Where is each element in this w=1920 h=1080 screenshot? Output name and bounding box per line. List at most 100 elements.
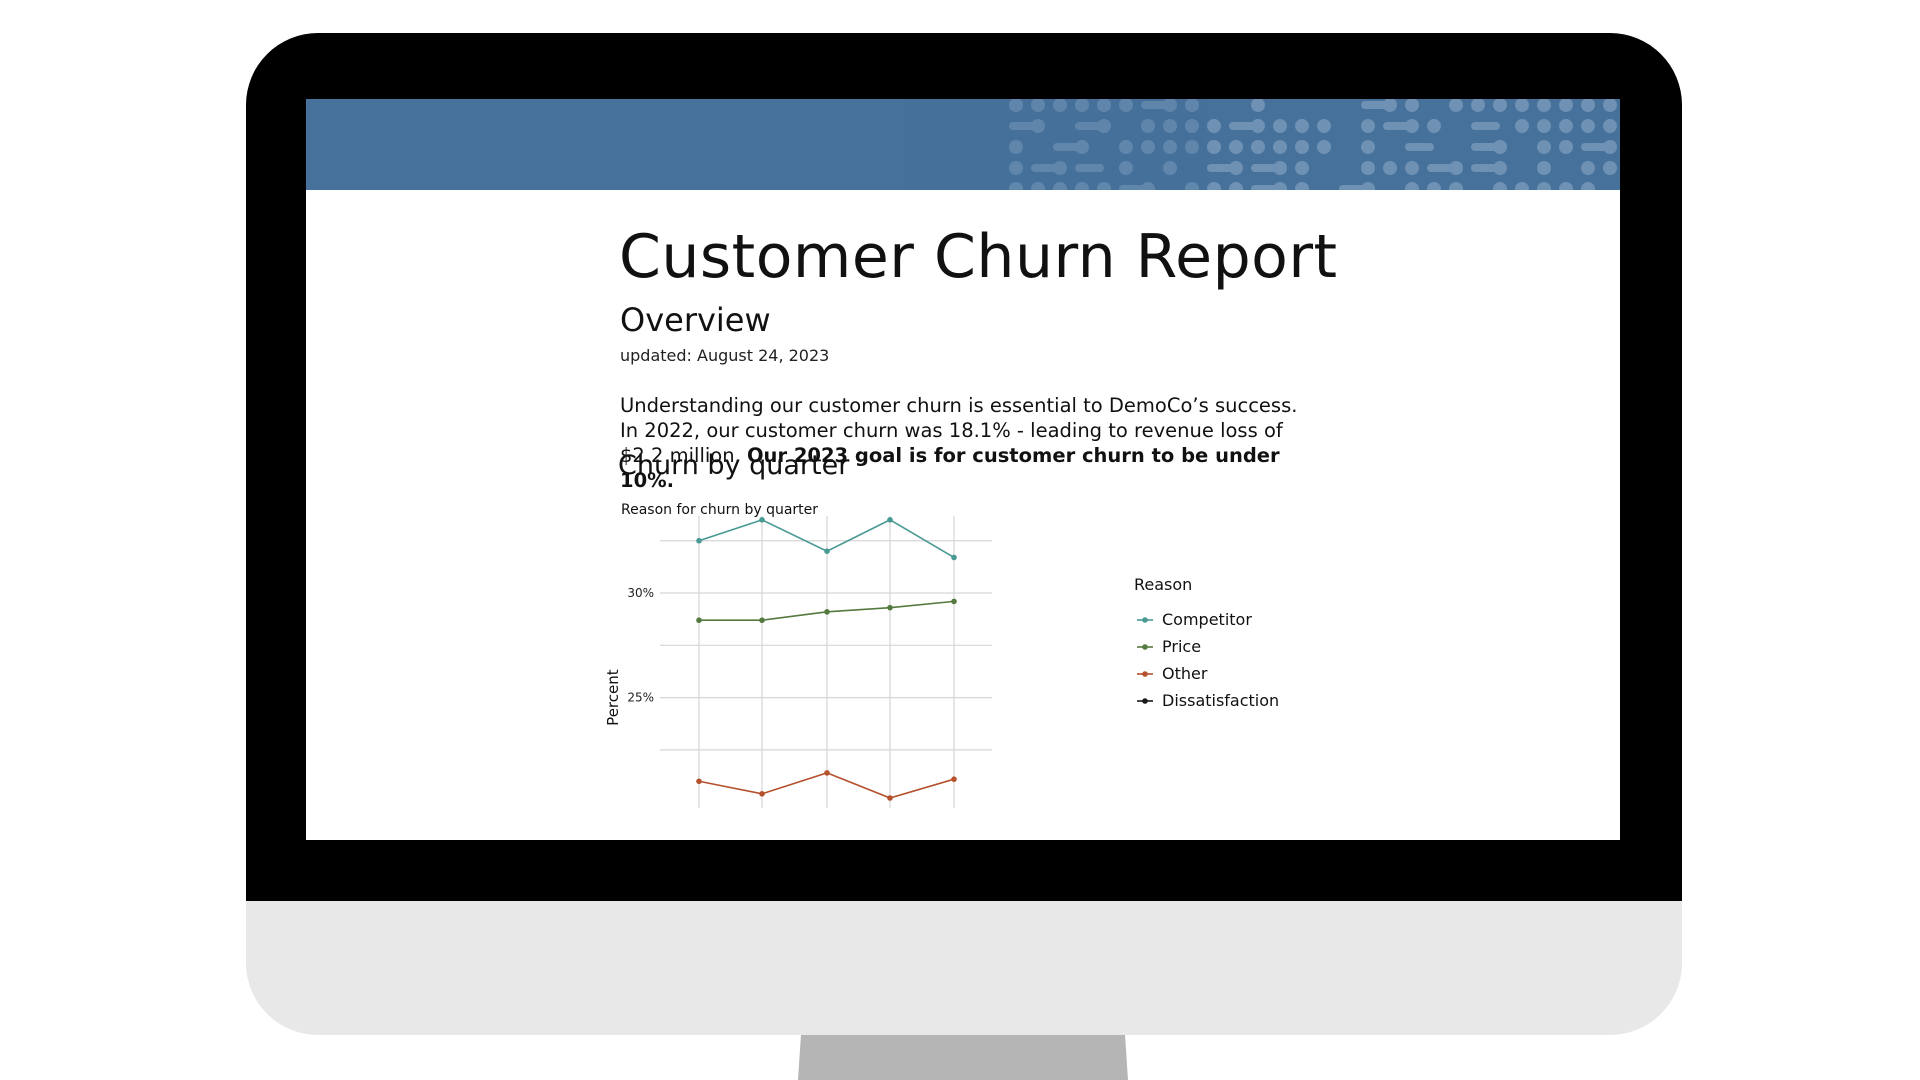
banner-dot xyxy=(1251,99,1265,112)
chart-section-heading: Churn by quarter xyxy=(618,450,850,481)
page-title: Customer Churn Report xyxy=(619,222,1338,292)
banner-link xyxy=(1471,122,1500,130)
banner-dot xyxy=(1273,119,1287,133)
y-tick-label: 25% xyxy=(627,691,654,705)
banner-dot xyxy=(1581,182,1595,190)
banner-dot xyxy=(1229,140,1243,154)
banner-dot xyxy=(1207,119,1221,133)
banner-dot xyxy=(1405,119,1419,133)
banner-dot xyxy=(1603,99,1617,112)
banner-dot xyxy=(1273,161,1287,175)
banner-dot xyxy=(1559,99,1573,112)
data-point xyxy=(951,776,957,782)
y-tick-label: 30% xyxy=(627,586,654,600)
banner-dot xyxy=(1295,119,1309,133)
banner-dot xyxy=(1493,161,1507,175)
data-point xyxy=(759,617,765,624)
banner-dot xyxy=(1273,140,1287,154)
banner-link xyxy=(1405,143,1434,151)
banner-dot xyxy=(1207,140,1221,154)
banner-dot xyxy=(1559,140,1573,154)
legend-swatch-dot xyxy=(1142,698,1148,704)
data-point xyxy=(887,517,893,523)
banner-dot xyxy=(1537,140,1551,154)
banner-dot xyxy=(1537,182,1551,190)
banner-dot xyxy=(1603,119,1617,133)
updated-date: updated: August 24, 2023 xyxy=(620,346,830,365)
banner-dot xyxy=(1383,161,1397,175)
legend-item-competitor: Competitor xyxy=(1137,610,1252,629)
banner-dot xyxy=(1537,161,1551,175)
banner-dot xyxy=(1493,99,1507,112)
banner-dot xyxy=(1317,140,1331,154)
banner-dot xyxy=(1449,161,1463,175)
banner-dot xyxy=(1581,99,1595,112)
banner-dot xyxy=(1559,119,1573,133)
banner-dot xyxy=(1361,161,1375,175)
legend-label: Dissatisfaction xyxy=(1162,691,1279,710)
screen: Customer Churn Report Overview updated: … xyxy=(306,99,1620,840)
banner-dot xyxy=(1537,99,1551,112)
report-document: Customer Churn Report Overview updated: … xyxy=(306,190,1620,840)
monitor-bezel: Customer Churn Report Overview updated: … xyxy=(246,33,1682,901)
y-axis-ticks: 30% 25% xyxy=(627,586,654,705)
legend-swatch-dot xyxy=(1142,644,1148,650)
data-point xyxy=(887,604,893,611)
banner-dot xyxy=(1449,182,1463,190)
banner-dot xyxy=(1537,119,1551,133)
data-point xyxy=(696,617,702,624)
banner-dot xyxy=(1559,182,1573,190)
data-point xyxy=(759,517,765,523)
churn-line-chart: Reason for churn by quarter 30% 25% Perce… xyxy=(606,502,1279,808)
banner-dot xyxy=(1229,161,1243,175)
legend-title: Reason xyxy=(1134,575,1192,594)
banner-dot xyxy=(1405,182,1419,190)
monitor: Customer Churn Report Overview updated: … xyxy=(246,33,1682,1035)
banner-dot xyxy=(1405,161,1419,175)
banner-dot xyxy=(1493,140,1507,154)
legend-swatch-dot xyxy=(1142,617,1148,623)
banner-dot xyxy=(1317,119,1331,133)
banner-dot xyxy=(1295,161,1309,175)
chart-legend: Reason Competitor Price Other Dissatisfacti… xyxy=(1134,575,1279,710)
overview-heading: Overview xyxy=(620,301,771,339)
legend-item-other: Other xyxy=(1137,664,1208,683)
banner-dot xyxy=(1493,182,1507,190)
banner-dot xyxy=(1361,140,1375,154)
banner-dot xyxy=(1427,182,1441,190)
data-point xyxy=(824,770,830,776)
header-banner xyxy=(306,99,1620,190)
banner-fade xyxy=(906,99,1206,190)
data-point xyxy=(951,598,957,605)
data-point xyxy=(824,548,830,554)
banner-dot xyxy=(1383,99,1397,112)
legend-item-price: Price xyxy=(1137,637,1201,656)
banner-dot xyxy=(1515,119,1529,133)
banner-dot xyxy=(1361,119,1375,133)
legend-item-dissatisfaction: Dissatisfaction xyxy=(1137,691,1279,710)
y-axis-label: Percent xyxy=(606,669,622,726)
banner-dot xyxy=(1603,140,1617,154)
data-point xyxy=(887,795,893,801)
banner-dot xyxy=(1295,182,1309,190)
banner-dot xyxy=(1295,140,1309,154)
banner-dot xyxy=(1427,119,1441,133)
banner-dot xyxy=(1603,161,1617,175)
banner-dot xyxy=(1273,182,1287,190)
banner-dot xyxy=(1251,140,1265,154)
banner-dot xyxy=(1207,182,1221,190)
banner-dot xyxy=(1581,161,1595,175)
legend-label: Competitor xyxy=(1162,610,1252,629)
chart-grid xyxy=(660,516,992,808)
legend-label: Price xyxy=(1162,637,1201,656)
banner-dot xyxy=(1361,182,1375,190)
banner-dot xyxy=(1449,99,1463,112)
banner-dot xyxy=(1515,99,1529,112)
banner-dot xyxy=(1405,99,1419,112)
legend-label: Other xyxy=(1162,664,1208,683)
data-point xyxy=(696,537,702,544)
data-point xyxy=(759,791,765,797)
banner-dot xyxy=(1581,119,1595,133)
data-point xyxy=(824,609,830,615)
data-point xyxy=(696,778,702,785)
